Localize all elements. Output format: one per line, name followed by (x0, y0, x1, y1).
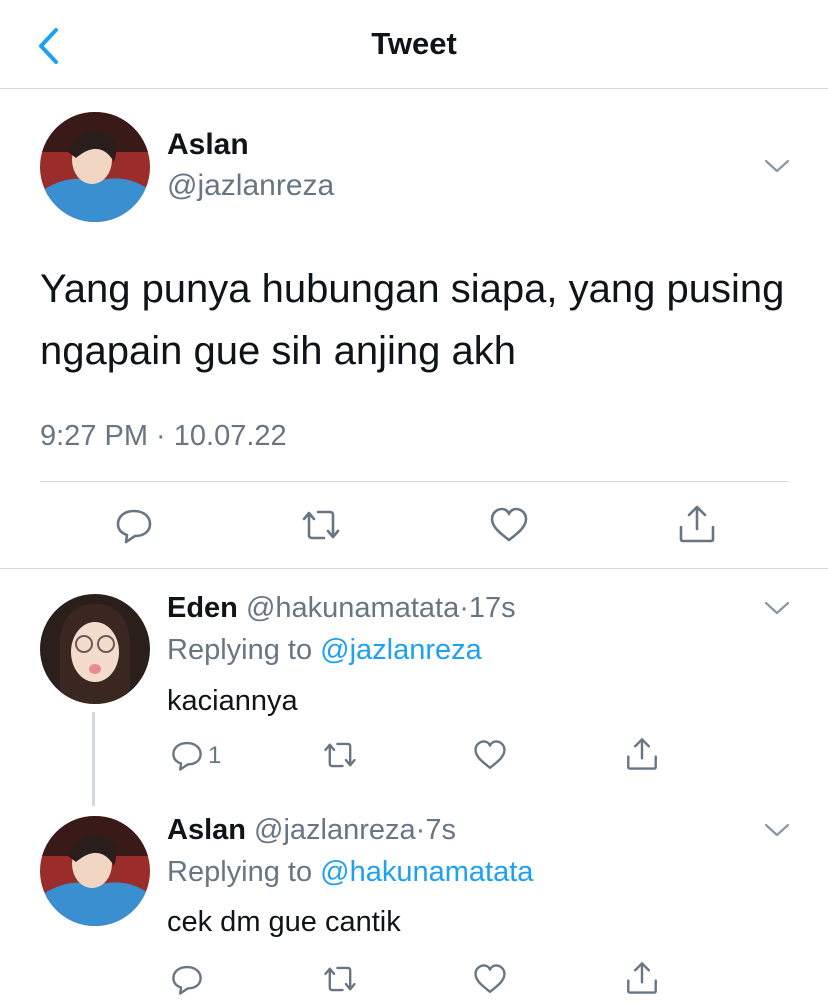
reply-button[interactable] (170, 962, 206, 1002)
section-divider (0, 568, 828, 569)
retweet-icon (324, 742, 356, 768)
tweet-menu-button[interactable] (764, 158, 790, 174)
retweet-button[interactable] (298, 505, 344, 545)
retweet-icon (302, 510, 340, 540)
like-icon (474, 740, 506, 769)
reply-author-name[interactable]: Eden (167, 592, 238, 624)
author-handle[interactable]: @jazlanreza (167, 169, 334, 203)
reply-button[interactable] (114, 505, 154, 545)
like-icon (490, 507, 528, 542)
reply-author-name[interactable]: Aslan (167, 814, 246, 846)
reply-text: cek dm gue cantik (167, 906, 401, 938)
avatar-image (40, 816, 150, 926)
reply-button[interactable]: 1 (170, 738, 230, 778)
meta-separator: · (459, 592, 469, 624)
retweet-button[interactable] (320, 962, 360, 1002)
retweet-button[interactable] (320, 738, 360, 778)
avatar-image (40, 594, 150, 704)
replying-prefix: Replying to (167, 856, 313, 888)
avatar-eden[interactable] (40, 594, 150, 704)
share-button[interactable] (624, 736, 660, 776)
retweet-icon (324, 966, 356, 992)
reply-author-handle[interactable]: @hakunamatata (246, 592, 459, 624)
like-button[interactable] (472, 962, 508, 1002)
reply-header: Eden @hakunamatata·17s (167, 592, 516, 625)
reply-menu-button[interactable] (764, 600, 790, 616)
chevron-down-icon (764, 601, 790, 615)
avatar-aslan[interactable] (40, 816, 150, 926)
tweet-text: Yang punya hubungan siapa, yang pusing n… (40, 267, 785, 373)
reply-time: 7s (425, 814, 456, 846)
like-icon (474, 964, 506, 993)
reply-icon (172, 965, 202, 995)
mention-link[interactable]: @hakunamatata (320, 856, 533, 888)
share-icon (627, 962, 657, 994)
meta-separator: · (415, 814, 426, 846)
author-name[interactable]: Aslan (167, 128, 249, 162)
replying-prefix: Replying to (167, 634, 313, 666)
thread-line (92, 712, 95, 806)
chevron-down-icon (764, 823, 790, 837)
replying-to: Replying to @hakunamatata (167, 856, 533, 889)
page-title: Tweet (371, 26, 457, 61)
share-button[interactable] (676, 503, 718, 543)
reply-header: Aslan @jazlanreza·7s (167, 814, 456, 847)
mention-link[interactable]: @jazlanreza (320, 634, 482, 666)
divider (40, 481, 788, 482)
like-button[interactable] (472, 738, 508, 778)
tweet-timestamp[interactable]: 9:27 PM · 10.07.22 (40, 420, 287, 453)
reply-count: 1 (208, 742, 222, 769)
replying-to: Replying to @jazlanreza (167, 634, 482, 667)
reply-icon (116, 509, 152, 544)
avatar-image (40, 112, 150, 222)
reply-time: 17s (468, 592, 516, 624)
chevron-down-icon (764, 159, 790, 173)
share-icon (627, 738, 657, 770)
like-button[interactable] (488, 505, 530, 545)
reply-author-handle[interactable]: @jazlanreza (254, 814, 416, 846)
reply-text: kaciannya (167, 685, 298, 717)
share-button[interactable] (624, 960, 660, 1000)
reply-icon (172, 741, 202, 771)
share-icon (679, 505, 715, 543)
avatar-aslan[interactable] (40, 112, 150, 222)
reply-menu-button[interactable] (764, 822, 790, 838)
